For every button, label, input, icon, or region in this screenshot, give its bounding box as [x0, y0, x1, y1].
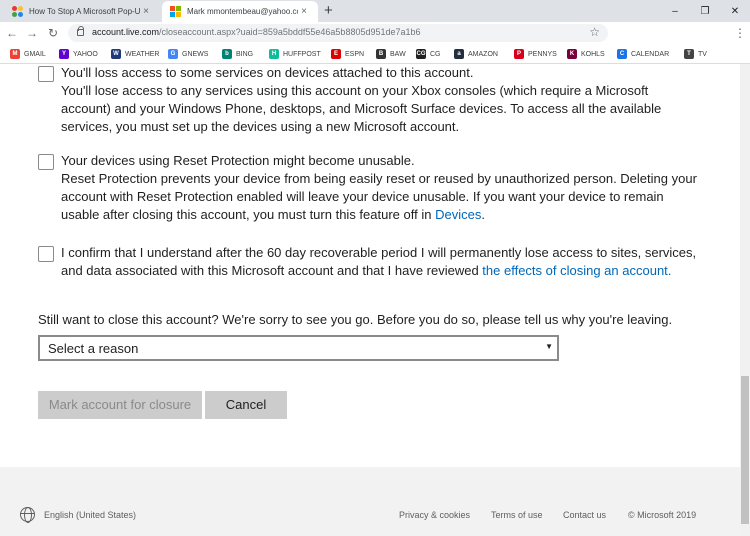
bookmark-gnews[interactable]: G GNEWS: [168, 48, 208, 60]
privacy-link[interactable]: Privacy & cookies: [399, 510, 470, 520]
devices-link[interactable]: Devices: [435, 207, 481, 222]
bing-icon: b: [222, 49, 232, 59]
kohls-icon: K: [567, 49, 577, 59]
mark-for-closure-button[interactable]: Mark account for closure: [38, 391, 202, 419]
bookmark-tv[interactable]: T TV: [684, 48, 707, 60]
tab-close-icon[interactable]: ×: [298, 6, 310, 17]
item-description: Reset Protection prevents your device fr…: [61, 171, 697, 222]
extension-z-icon[interactable]: z: [639, 27, 651, 39]
services-checkbox[interactable]: [38, 66, 54, 82]
bookmark-label: ESPN: [345, 50, 365, 58]
tab-title: Mark mmontembeau@yahoo.co: [187, 7, 298, 16]
tv-icon: T: [684, 49, 694, 59]
extension-record-icon[interactable]: ●: [679, 27, 691, 39]
url-text: account.live.com/closeaccount.aspx?uaid=…: [92, 27, 421, 37]
cancel-button[interactable]: Cancel: [205, 391, 287, 419]
copyright: © Microsoft 2019: [628, 510, 697, 520]
yahoo-icon: Y: [59, 49, 69, 59]
item-heading: You'll loss access to some services on d…: [61, 65, 474, 80]
bookmark-weather[interactable]: W WEATHER: [111, 48, 159, 60]
tab-title: How To Stop A Microsoft Pop-Up: [29, 7, 140, 16]
item-description: You'll lose access to any services using…: [61, 83, 662, 134]
bookmark-label: TV: [698, 50, 707, 58]
huffpost-icon: H: [269, 49, 279, 59]
terms-link[interactable]: Terms of use: [491, 510, 543, 520]
scrollbar-thumb[interactable]: [741, 376, 749, 524]
bookmark-yahoo[interactable]: Y YAHOO: [59, 48, 98, 60]
bookmark-espn[interactable]: E ESPN: [331, 48, 364, 60]
window-close-button[interactable]: ✕: [720, 0, 750, 22]
reason-select-value: Select a reason: [48, 341, 139, 356]
bookmark-huffpost[interactable]: H HUFFPOST: [269, 48, 321, 60]
globe-icon: [20, 507, 35, 523]
bookmarks-bar: M GMAIL Y YAHOO W WEATHER G GNEWS b BING H HUFFPOST…: [0, 44, 750, 64]
tab-close-icon[interactable]: ×: [140, 6, 152, 17]
bookmark-kohls[interactable]: K KOHLS: [567, 48, 605, 60]
baw-icon: B: [376, 49, 386, 59]
minimize-button[interactable]: –: [660, 0, 690, 22]
tab-strip: How To Stop A Microsoft Pop-Up × Mark mm…: [0, 0, 750, 22]
bookmark-label: YAHOO: [73, 50, 98, 58]
bookmark-gmail[interactable]: M GMAIL: [10, 48, 46, 60]
extension-mail-icon[interactable]: ✉: [697, 27, 709, 39]
lock-icon: [77, 26, 84, 36]
bookmark-pennys[interactable]: P PENNYS: [514, 48, 557, 60]
tab-favicon-icon: [12, 6, 23, 17]
bookmark-bing[interactable]: b BING: [222, 48, 253, 60]
bookmark-label: PENNYS: [528, 50, 557, 58]
bookmark-baw[interactable]: B BAW: [376, 48, 406, 60]
language-selector[interactable]: English (United States): [44, 510, 136, 520]
gnews-icon: G: [168, 49, 178, 59]
tab-how-to-stop[interactable]: How To Stop A Microsoft Pop-Up ×: [4, 1, 160, 22]
pennys-icon: P: [514, 49, 524, 59]
bookmark-label: BING: [236, 50, 254, 58]
chevron-down-icon: ▼: [545, 342, 553, 351]
bookmark-label: CALENDAR: [631, 50, 670, 58]
profile-avatar[interactable]: [714, 27, 726, 39]
amazon-icon: a: [454, 49, 464, 59]
menu-icon[interactable]: ⋮: [732, 25, 748, 41]
gmail-icon: M: [10, 49, 20, 59]
item-tail: .: [481, 207, 485, 222]
bookmark-star-icon[interactable]: ☆: [589, 25, 600, 39]
reason-question: Still want to close this account? We're …: [38, 312, 673, 327]
reason-select[interactable]: Select a reason ▼: [38, 335, 559, 361]
reset-protection-checkbox[interactable]: [38, 154, 54, 170]
reload-button[interactable]: ↻: [45, 25, 61, 41]
forward-button[interactable]: →: [24, 25, 40, 41]
confirm-checkbox[interactable]: [38, 246, 54, 262]
tab-microsoft-account[interactable]: Mark mmontembeau@yahoo.co ×: [162, 1, 318, 22]
weather-icon: W: [111, 49, 121, 59]
bookmark-label: KOHLS: [581, 50, 605, 58]
browser-toolbar: ← → ↻ account.live.com/closeaccount.aspx…: [0, 22, 750, 44]
effects-of-closing-link[interactable]: the effects of closing an account.: [482, 263, 671, 278]
new-tab-button[interactable]: +: [324, 1, 333, 21]
bookmark-calendar[interactable]: C CALENDAR: [617, 48, 669, 60]
calendar-icon: C: [617, 49, 627, 59]
page-content: You'll loss access to some services on d…: [0, 64, 740, 536]
cg-icon: CG: [416, 49, 426, 59]
extension-plus-icon[interactable]: +: [659, 27, 671, 39]
bookmark-label: GNEWS: [182, 50, 209, 58]
bookmark-label: CG: [430, 50, 441, 58]
contact-link[interactable]: Contact us: [563, 510, 606, 520]
bookmark-cg[interactable]: CG CG: [416, 48, 441, 60]
back-button[interactable]: ←: [4, 25, 20, 41]
bookmark-label: HUFFPOST: [283, 50, 321, 58]
restore-button[interactable]: ❐: [690, 0, 720, 22]
address-bar[interactable]: account.live.com/closeaccount.aspx?uaid=…: [68, 24, 608, 42]
microsoft-logo-icon: [170, 6, 181, 17]
bookmark-label: GMAIL: [24, 50, 46, 58]
bookmark-label: AMAZON: [468, 50, 498, 58]
footer: English (United States) Privacy & cookie…: [0, 467, 740, 536]
extension-youtube-icon[interactable]: ▶: [618, 27, 630, 39]
bookmark-amazon[interactable]: a AMAZON: [454, 48, 498, 60]
item-heading: Your devices using Reset Protection migh…: [61, 153, 415, 168]
bookmark-label: BAW: [390, 50, 406, 58]
espn-icon: E: [331, 49, 341, 59]
bookmark-label: WEATHER: [125, 50, 160, 58]
